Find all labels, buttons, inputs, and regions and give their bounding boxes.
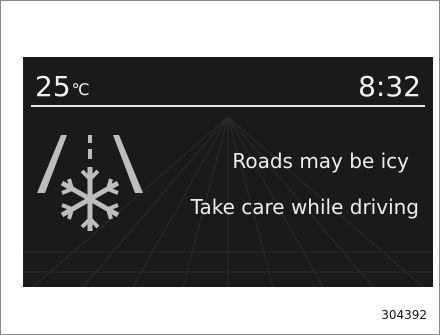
temperature-unit: ℃ [71, 80, 90, 99]
temperature-value: 25 [35, 70, 71, 103]
warning-message-line2: Take care while driving [190, 195, 419, 219]
icy-road-icon [37, 135, 143, 231]
dashboard-display: 25℃ 8:32 Roads may be icy Take care whil… [23, 57, 433, 287]
warning-message-line1: Roads may be icy [232, 149, 409, 173]
header-divider [31, 105, 425, 107]
figure-reference-number: 304392 [381, 308, 427, 322]
clock-time: 8:32 [358, 70, 421, 103]
outside-temperature: 25℃ [35, 71, 90, 106]
figure-frame: 25℃ 8:32 Roads may be icy Take care whil… [0, 0, 440, 335]
